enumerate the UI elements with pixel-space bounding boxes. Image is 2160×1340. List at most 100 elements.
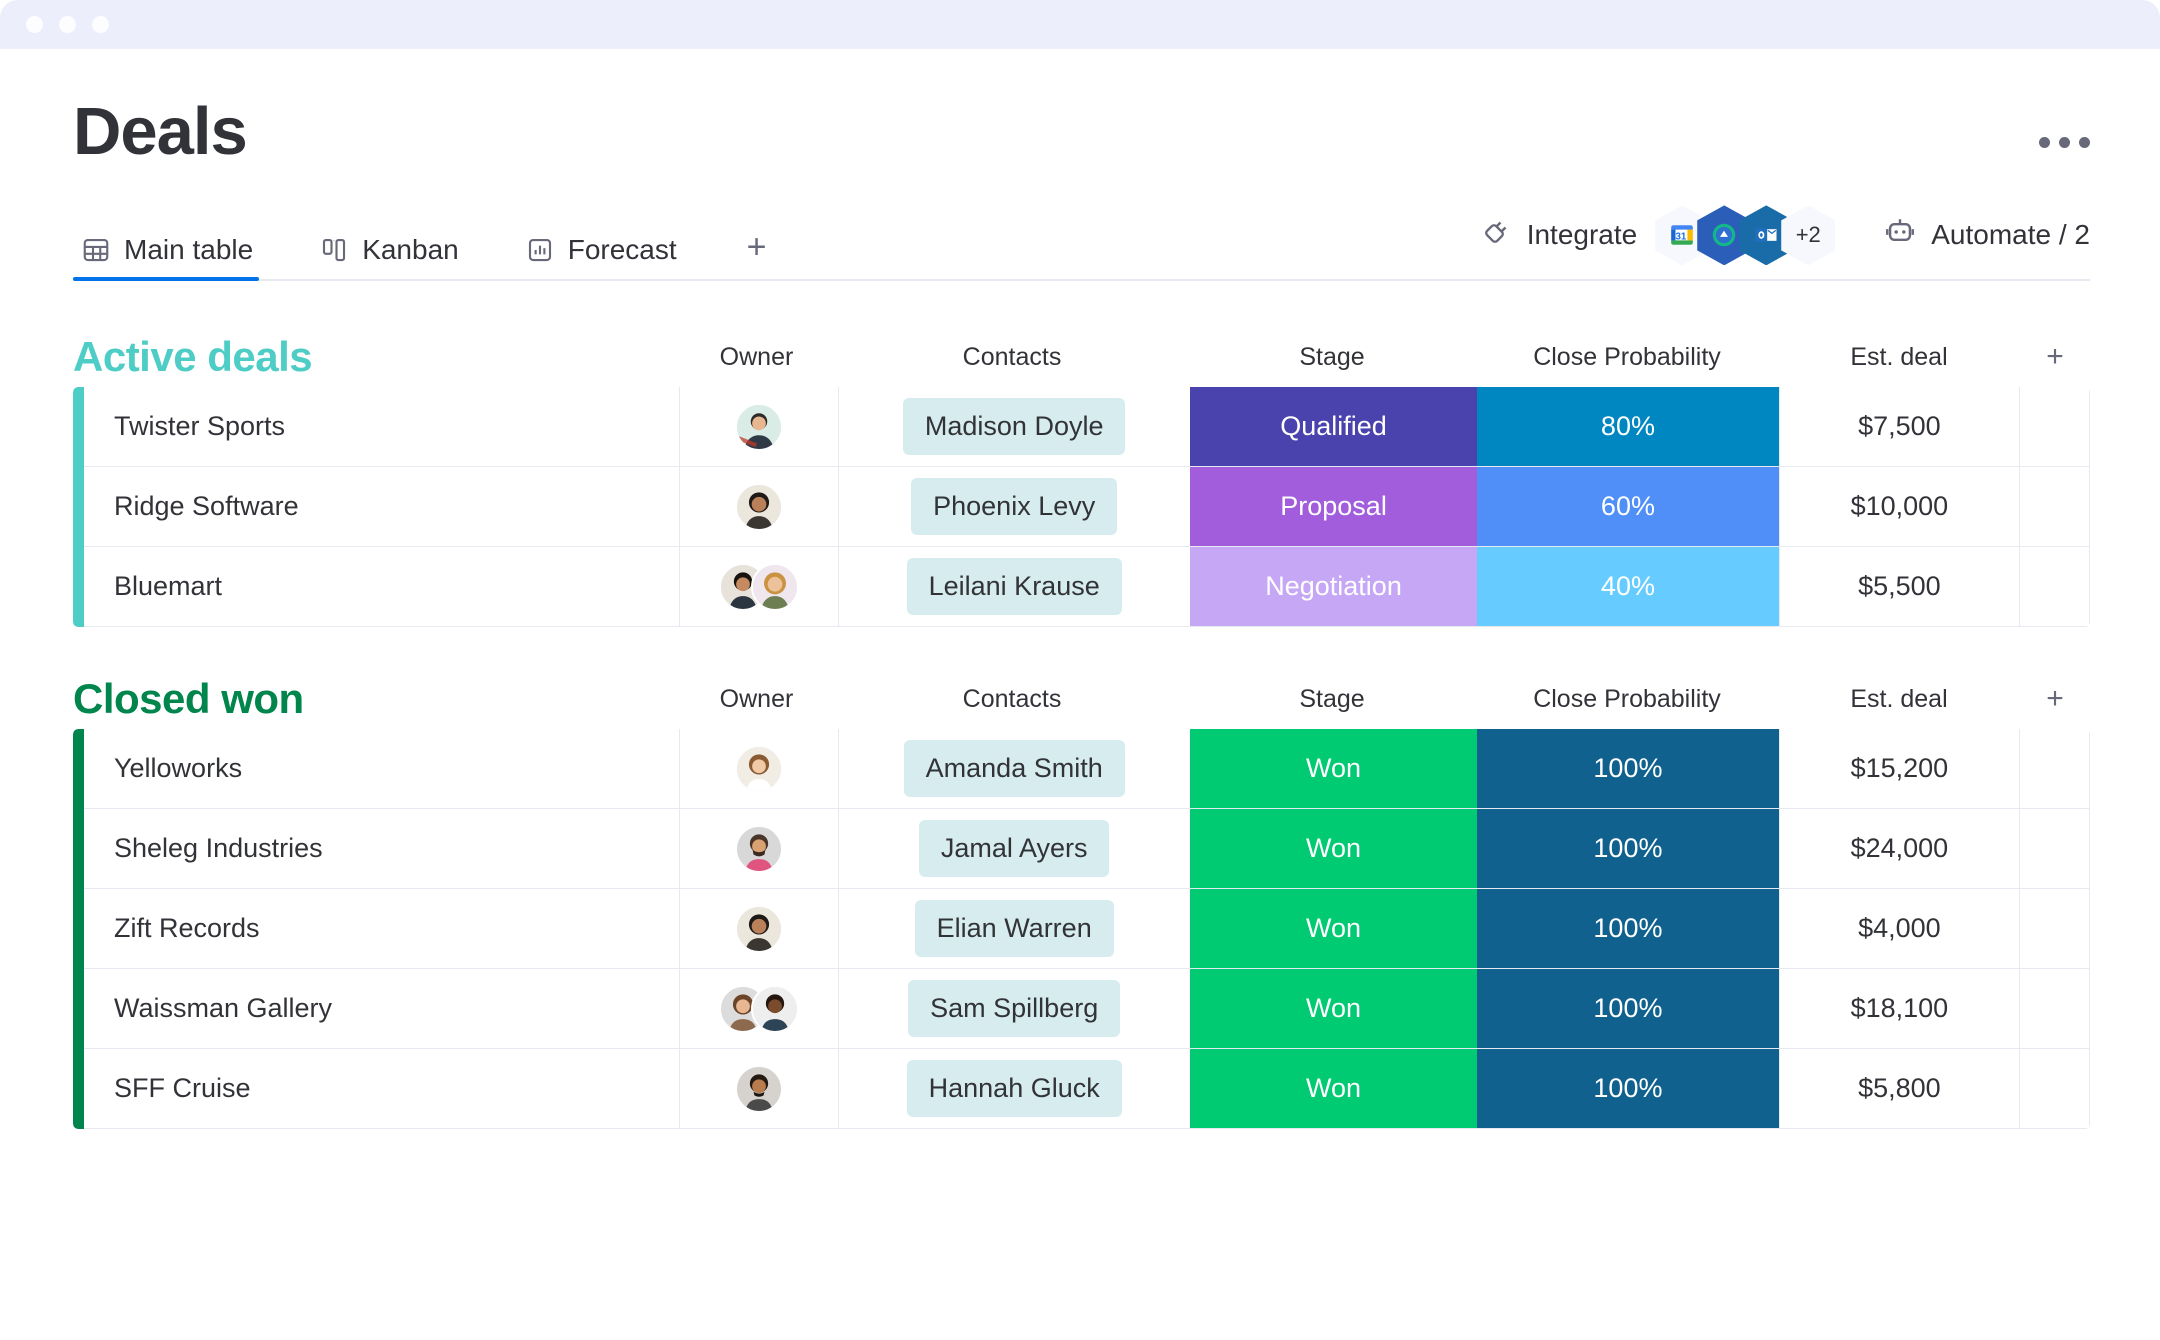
probability-cell[interactable]: 40% <box>1477 547 1778 626</box>
avatar-group <box>735 483 783 531</box>
deal-name[interactable]: Yelloworks <box>73 729 680 808</box>
add-column-button[interactable]: + <box>2020 340 2090 374</box>
owner-cell[interactable] <box>680 467 839 546</box>
trailing-cell[interactable] <box>2020 547 2090 626</box>
add-column-button[interactable]: + <box>2020 682 2090 716</box>
page-title: Deals <box>73 97 247 167</box>
stage-cell[interactable]: Won <box>1190 1049 1477 1128</box>
maximize-dot[interactable] <box>92 16 109 33</box>
tabbar-actions: Integrate 31 <box>1479 205 2090 281</box>
group-active-deals: Active deals Owner Contacts Stage Close … <box>73 327 2090 627</box>
add-view-button[interactable]: + <box>735 230 779 281</box>
group-header: Closed won Owner Contacts Stage Close Pr… <box>73 669 2090 729</box>
deal-amount-cell[interactable]: $18,100 <box>1779 969 2021 1048</box>
probability-cell[interactable]: 80% <box>1477 387 1778 466</box>
deal-amount-cell[interactable]: $15,200 <box>1779 729 2021 808</box>
owner-cell[interactable] <box>680 889 839 968</box>
contact-chip[interactable]: Hannah Gluck <box>907 1060 1122 1117</box>
trailing-cell[interactable] <box>2020 467 2090 546</box>
trailing-cell[interactable] <box>2020 889 2090 968</box>
deal-amount-cell[interactable]: $4,000 <box>1779 889 2021 968</box>
contacts-cell[interactable]: Madison Doyle <box>839 387 1190 466</box>
avatar <box>735 1065 783 1113</box>
probability-cell[interactable]: 100% <box>1477 969 1778 1048</box>
stage-cell[interactable]: Won <box>1190 729 1477 808</box>
trailing-cell[interactable] <box>2020 729 2090 808</box>
avatar <box>735 483 783 531</box>
table-row[interactable]: Ridge Software Phoenix Levy Proposal 60% <box>73 467 2090 547</box>
table-row[interactable]: Sheleg Industries Jamal Ayers Won 100% $… <box>73 809 2090 889</box>
more-integrations-badge[interactable]: +2 <box>1781 205 1835 265</box>
deal-name[interactable]: Sheleg Industries <box>73 809 680 888</box>
owner-cell[interactable] <box>680 729 839 808</box>
stage-cell[interactable]: Proposal <box>1190 467 1477 546</box>
tab-label: Kanban <box>362 234 459 266</box>
integrate-label: Integrate <box>1527 219 1638 251</box>
deal-amount-cell[interactable]: $5,800 <box>1779 1049 2021 1128</box>
contacts-cell[interactable]: Leilani Krause <box>839 547 1190 626</box>
tab-main-table[interactable]: Main table <box>73 234 277 281</box>
contacts-cell[interactable]: Hannah Gluck <box>839 1049 1190 1128</box>
more-options-button[interactable] <box>2039 97 2090 148</box>
table-row[interactable]: Waissman Gallery Sam Spillberg <box>73 969 2090 1049</box>
contacts-cell[interactable]: Elian Warren <box>839 889 1190 968</box>
trailing-cell[interactable] <box>2020 387 2090 466</box>
deal-name[interactable]: Bluemart <box>73 547 680 626</box>
stage-cell[interactable]: Qualified <box>1190 387 1477 466</box>
table-row[interactable]: Twister Sports Madison Doyle Qualified 8… <box>73 387 2090 467</box>
integration-badges[interactable]: 31 <box>1655 205 1835 265</box>
probability-cell[interactable]: 100% <box>1477 729 1778 808</box>
owner-cell[interactable] <box>680 387 839 466</box>
contact-chip[interactable]: Elian Warren <box>915 900 1114 957</box>
contacts-cell[interactable]: Phoenix Levy <box>839 467 1190 546</box>
avatar-group <box>735 1065 783 1113</box>
contact-chip[interactable]: Phoenix Levy <box>911 478 1117 535</box>
avatar-group <box>719 985 799 1033</box>
contact-chip[interactable]: Madison Doyle <box>903 398 1126 455</box>
avatar <box>751 563 799 611</box>
contacts-cell[interactable]: Sam Spillberg <box>839 969 1190 1048</box>
contacts-cell[interactable]: Amanda Smith <box>839 729 1190 808</box>
tab-forecast[interactable]: Forecast <box>517 234 701 281</box>
group-title: Closed won <box>73 675 677 723</box>
stage-cell[interactable]: Won <box>1190 889 1477 968</box>
integrate-button[interactable]: Integrate <box>1479 215 1638 256</box>
contact-chip[interactable]: Sam Spillberg <box>908 980 1120 1037</box>
table-row[interactable]: Yelloworks Amanda Smith Won 100% $15,200 <box>73 729 2090 809</box>
deal-name[interactable]: Twister Sports <box>73 387 680 466</box>
automate-button[interactable]: Automate / 2 <box>1883 215 2090 256</box>
contact-chip[interactable]: Amanda Smith <box>904 740 1125 797</box>
deal-amount-cell[interactable]: $10,000 <box>1779 467 2021 546</box>
probability-cell[interactable]: 100% <box>1477 1049 1778 1128</box>
deal-name[interactable]: Zift Records <box>73 889 680 968</box>
minimize-dot[interactable] <box>59 16 76 33</box>
stage-cell[interactable]: Won <box>1190 969 1477 1048</box>
probability-cell[interactable]: 100% <box>1477 889 1778 968</box>
owner-cell[interactable] <box>680 809 839 888</box>
stage-cell[interactable]: Negotiation <box>1190 547 1477 626</box>
contact-chip[interactable]: Leilani Krause <box>907 558 1122 615</box>
trailing-cell[interactable] <box>2020 1049 2090 1128</box>
contact-chip[interactable]: Jamal Ayers <box>919 820 1110 877</box>
table-row[interactable]: SFF Cruise Hannah Gluck Won 100% $5,800 <box>73 1049 2090 1129</box>
table-row[interactable]: Zift Records Elian Warren Won 100% $4,00… <box>73 889 2090 969</box>
probability-cell[interactable]: 60% <box>1477 467 1778 546</box>
close-dot[interactable] <box>26 16 43 33</box>
stage-cell[interactable]: Won <box>1190 809 1477 888</box>
table-row[interactable]: Bluemart Leilani Krause <box>73 547 2090 627</box>
deal-amount-cell[interactable]: $5,500 <box>1779 547 2021 626</box>
tab-kanban[interactable]: Kanban <box>311 234 483 281</box>
deal-name[interactable]: Waissman Gallery <box>73 969 680 1048</box>
deal-amount-cell[interactable]: $24,000 <box>1779 809 2021 888</box>
probability-cell[interactable]: 100% <box>1477 809 1778 888</box>
deal-name[interactable]: SFF Cruise <box>73 1049 680 1128</box>
owner-cell[interactable] <box>680 1049 839 1128</box>
contacts-cell[interactable]: Jamal Ayers <box>839 809 1190 888</box>
trailing-cell[interactable] <box>2020 809 2090 888</box>
kanban-icon <box>319 235 349 265</box>
deal-name[interactable]: Ridge Software <box>73 467 680 546</box>
deal-amount-cell[interactable]: $7,500 <box>1779 387 2021 466</box>
owner-cell[interactable] <box>680 547 839 626</box>
trailing-cell[interactable] <box>2020 969 2090 1048</box>
owner-cell[interactable] <box>680 969 839 1048</box>
